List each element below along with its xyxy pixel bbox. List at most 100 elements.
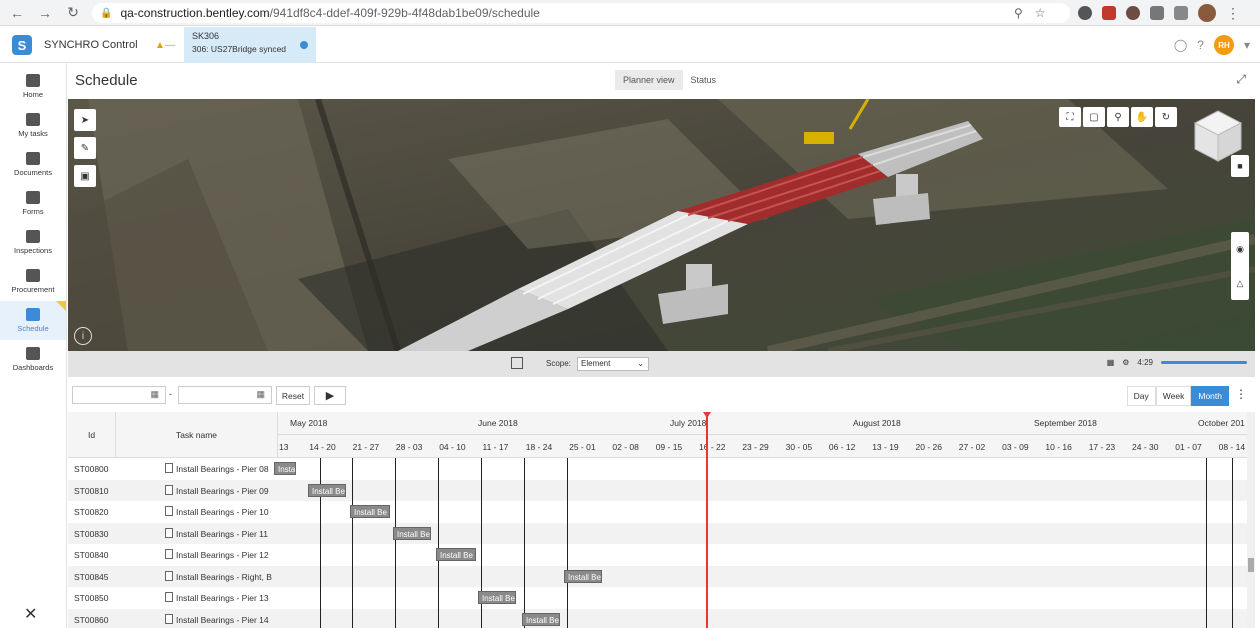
zoom-icon[interactable]: ⚲ <box>1014 6 1023 20</box>
help-icon[interactable]: ? <box>1197 38 1204 52</box>
pdf-extension-icon[interactable] <box>1102 6 1116 20</box>
week-label: 20 - 26 <box>915 442 942 452</box>
task-id: ST00800 <box>74 464 109 474</box>
task-bar[interactable]: Install Be <box>522 612 560 626</box>
browser-profile-avatar[interactable] <box>1198 4 1216 22</box>
task-bars: Install BeInstall BeInstall BeInstall Be… <box>274 412 1248 628</box>
task-name: Install Bearings - Pier 09 <box>176 485 269 496</box>
dependency-line <box>1232 458 1233 628</box>
3d-viewport[interactable]: ➤ ✎ ▣ ⛶ ▢ ⚲ ✋ ↻ ■ ◉ △ i <box>68 99 1255 351</box>
zoom-icon[interactable]: ⚲ <box>1107 107 1129 127</box>
task-name: Install Bearings - Pier 14 <box>176 614 269 625</box>
week-label: 25 - 01 <box>569 442 596 452</box>
chevron-down-icon[interactable]: ▾ <box>1244 38 1250 52</box>
sidebar-item-label: My tasks <box>18 129 48 138</box>
task-bar[interactable]: Install Be <box>436 548 476 561</box>
week-label: 01 - 07 <box>1175 442 1202 452</box>
playback-slider[interactable] <box>1161 361 1247 364</box>
puzzle-icon[interactable] <box>1174 6 1188 20</box>
start-date-input[interactable]: ▦ <box>72 386 166 404</box>
markup-icon[interactable]: ▣ <box>74 165 96 187</box>
tab-week[interactable]: Week <box>1155 386 1192 406</box>
pencil-icon[interactable]: ✎ <box>74 137 96 159</box>
globe-icon[interactable]: ◉ <box>1236 244 1244 255</box>
address-bar[interactable]: 🔒 qa-construction.bentley.com/941df8c4-d… <box>92 3 1070 23</box>
project-switcher-icon[interactable]: ▲— <box>146 27 184 63</box>
more-options-icon[interactable]: ⋮ <box>1235 387 1247 401</box>
task-id: ST00840 <box>74 550 109 560</box>
info-icon[interactable]: i <box>74 327 92 345</box>
dependency-line <box>438 458 439 628</box>
camera-icon[interactable]: ■ <box>1231 155 1249 177</box>
settings-gear-icon[interactable]: ⚙ <box>1122 358 1129 367</box>
play-icon[interactable]: ▶ <box>314 386 346 405</box>
tab-status[interactable]: Status <box>682 70 725 90</box>
calendar-icon[interactable]: ▦ <box>256 389 265 400</box>
dependency-line <box>524 458 525 628</box>
scope-select[interactable]: Element ⌄ <box>577 357 649 371</box>
extension-icon[interactable] <box>1126 6 1140 20</box>
tab-month[interactable]: Month <box>1191 386 1229 406</box>
forward-icon[interactable]: → <box>34 2 56 24</box>
task-bar[interactable]: Install Be <box>350 505 390 518</box>
forms-icon <box>26 191 40 204</box>
task-bar[interactable]: Install Be <box>393 526 431 540</box>
browser-menu-icon[interactable]: ⋮ <box>1226 5 1240 22</box>
sidebar-item-documents[interactable]: Documents <box>0 145 66 184</box>
sidebar-item-inspections[interactable]: Inspections <box>0 223 66 262</box>
scrollbar-thumb[interactable] <box>1248 558 1254 572</box>
fit-view-icon[interactable]: ⛶ <box>1059 107 1081 127</box>
month-label: September 2018 <box>1034 418 1097 428</box>
reset-button[interactable]: Reset <box>276 386 310 405</box>
lightbulb-icon[interactable]: ◯ <box>1174 38 1187 52</box>
layers-icon[interactable]: ▦ <box>1107 358 1115 367</box>
task-bar[interactable]: Install Be <box>274 462 296 475</box>
user-avatar[interactable]: RH <box>1213 35 1234 55</box>
sidebar-item-procurement[interactable]: Procurement <box>0 262 66 301</box>
rotate-icon[interactable]: ↻ <box>1155 107 1177 127</box>
sidebar-item-forms[interactable]: Forms <box>0 184 66 223</box>
viewport-side-tools[interactable]: ◉ △ <box>1231 232 1249 300</box>
vertical-scrollbar[interactable] <box>1247 412 1255 628</box>
sidebar-item-dashboards[interactable]: Dashboards <box>0 340 66 379</box>
extension-icon[interactable] <box>1150 6 1164 20</box>
page-title: Schedule <box>75 72 138 89</box>
column-header-id[interactable]: Id <box>68 412 116 458</box>
calendar-icon[interactable]: ▦ <box>150 389 159 400</box>
new-badge <box>56 301 66 311</box>
task-bar[interactable]: Install Be <box>478 591 516 604</box>
week-label: 30 - 05 <box>785 442 813 452</box>
task-bar[interactable]: Install Be <box>564 569 602 583</box>
measure-icon[interactable]: △ <box>1237 278 1244 289</box>
back-icon[interactable]: ← <box>6 2 28 24</box>
synchro-logo-icon: S <box>12 35 32 55</box>
zoom-window-icon[interactable]: ▢ <box>1083 107 1105 127</box>
sync-status-icon <box>300 41 308 49</box>
column-header-task-name[interactable]: Task name <box>116 412 278 458</box>
gantt-header: Id Task name May 2018 June 2018 July 2018 A… <box>68 412 1255 458</box>
reload-icon[interactable]: ↻ <box>62 2 84 24</box>
timescale-tabs: Day Week Month <box>1126 386 1229 406</box>
star-icon[interactable]: ☆ <box>1035 6 1046 20</box>
pan-hand-icon[interactable]: ✋ <box>1131 107 1153 127</box>
tab-planner-view[interactable]: Planner view <box>615 70 683 90</box>
select-cursor-icon[interactable]: ➤ <box>74 109 96 131</box>
extension-icon[interactable] <box>1078 6 1092 20</box>
snapshot-icon[interactable] <box>511 357 523 369</box>
project-selector[interactable]: SK306 306: US27Bridge synced <box>184 27 316 63</box>
month-label: June 2018 <box>478 418 518 428</box>
app-header: S SYNCHRO Control ▲— SK306 306: US27Brid… <box>0 27 1260 63</box>
document-icon <box>165 549 173 559</box>
task-name: Install Bearings - Pier 10 <box>176 507 269 517</box>
sidebar-item-my-tasks[interactable]: My tasks <box>0 106 66 145</box>
document-icon <box>165 527 173 538</box>
today-marker-icon <box>703 412 711 418</box>
task-bar[interactable]: Install Be <box>308 483 346 497</box>
end-date-input[interactable]: ▦ <box>178 386 272 404</box>
sidebar-item-schedule[interactable]: Schedule <box>0 301 66 340</box>
tools-icon[interactable]: ✕ <box>24 604 37 624</box>
tab-day[interactable]: Day <box>1126 386 1156 406</box>
sidebar-item-home[interactable]: Home <box>0 67 66 106</box>
task-id: ST00845 <box>74 571 109 582</box>
fullscreen-icon[interactable]: ⤢ <box>1236 72 1246 87</box>
